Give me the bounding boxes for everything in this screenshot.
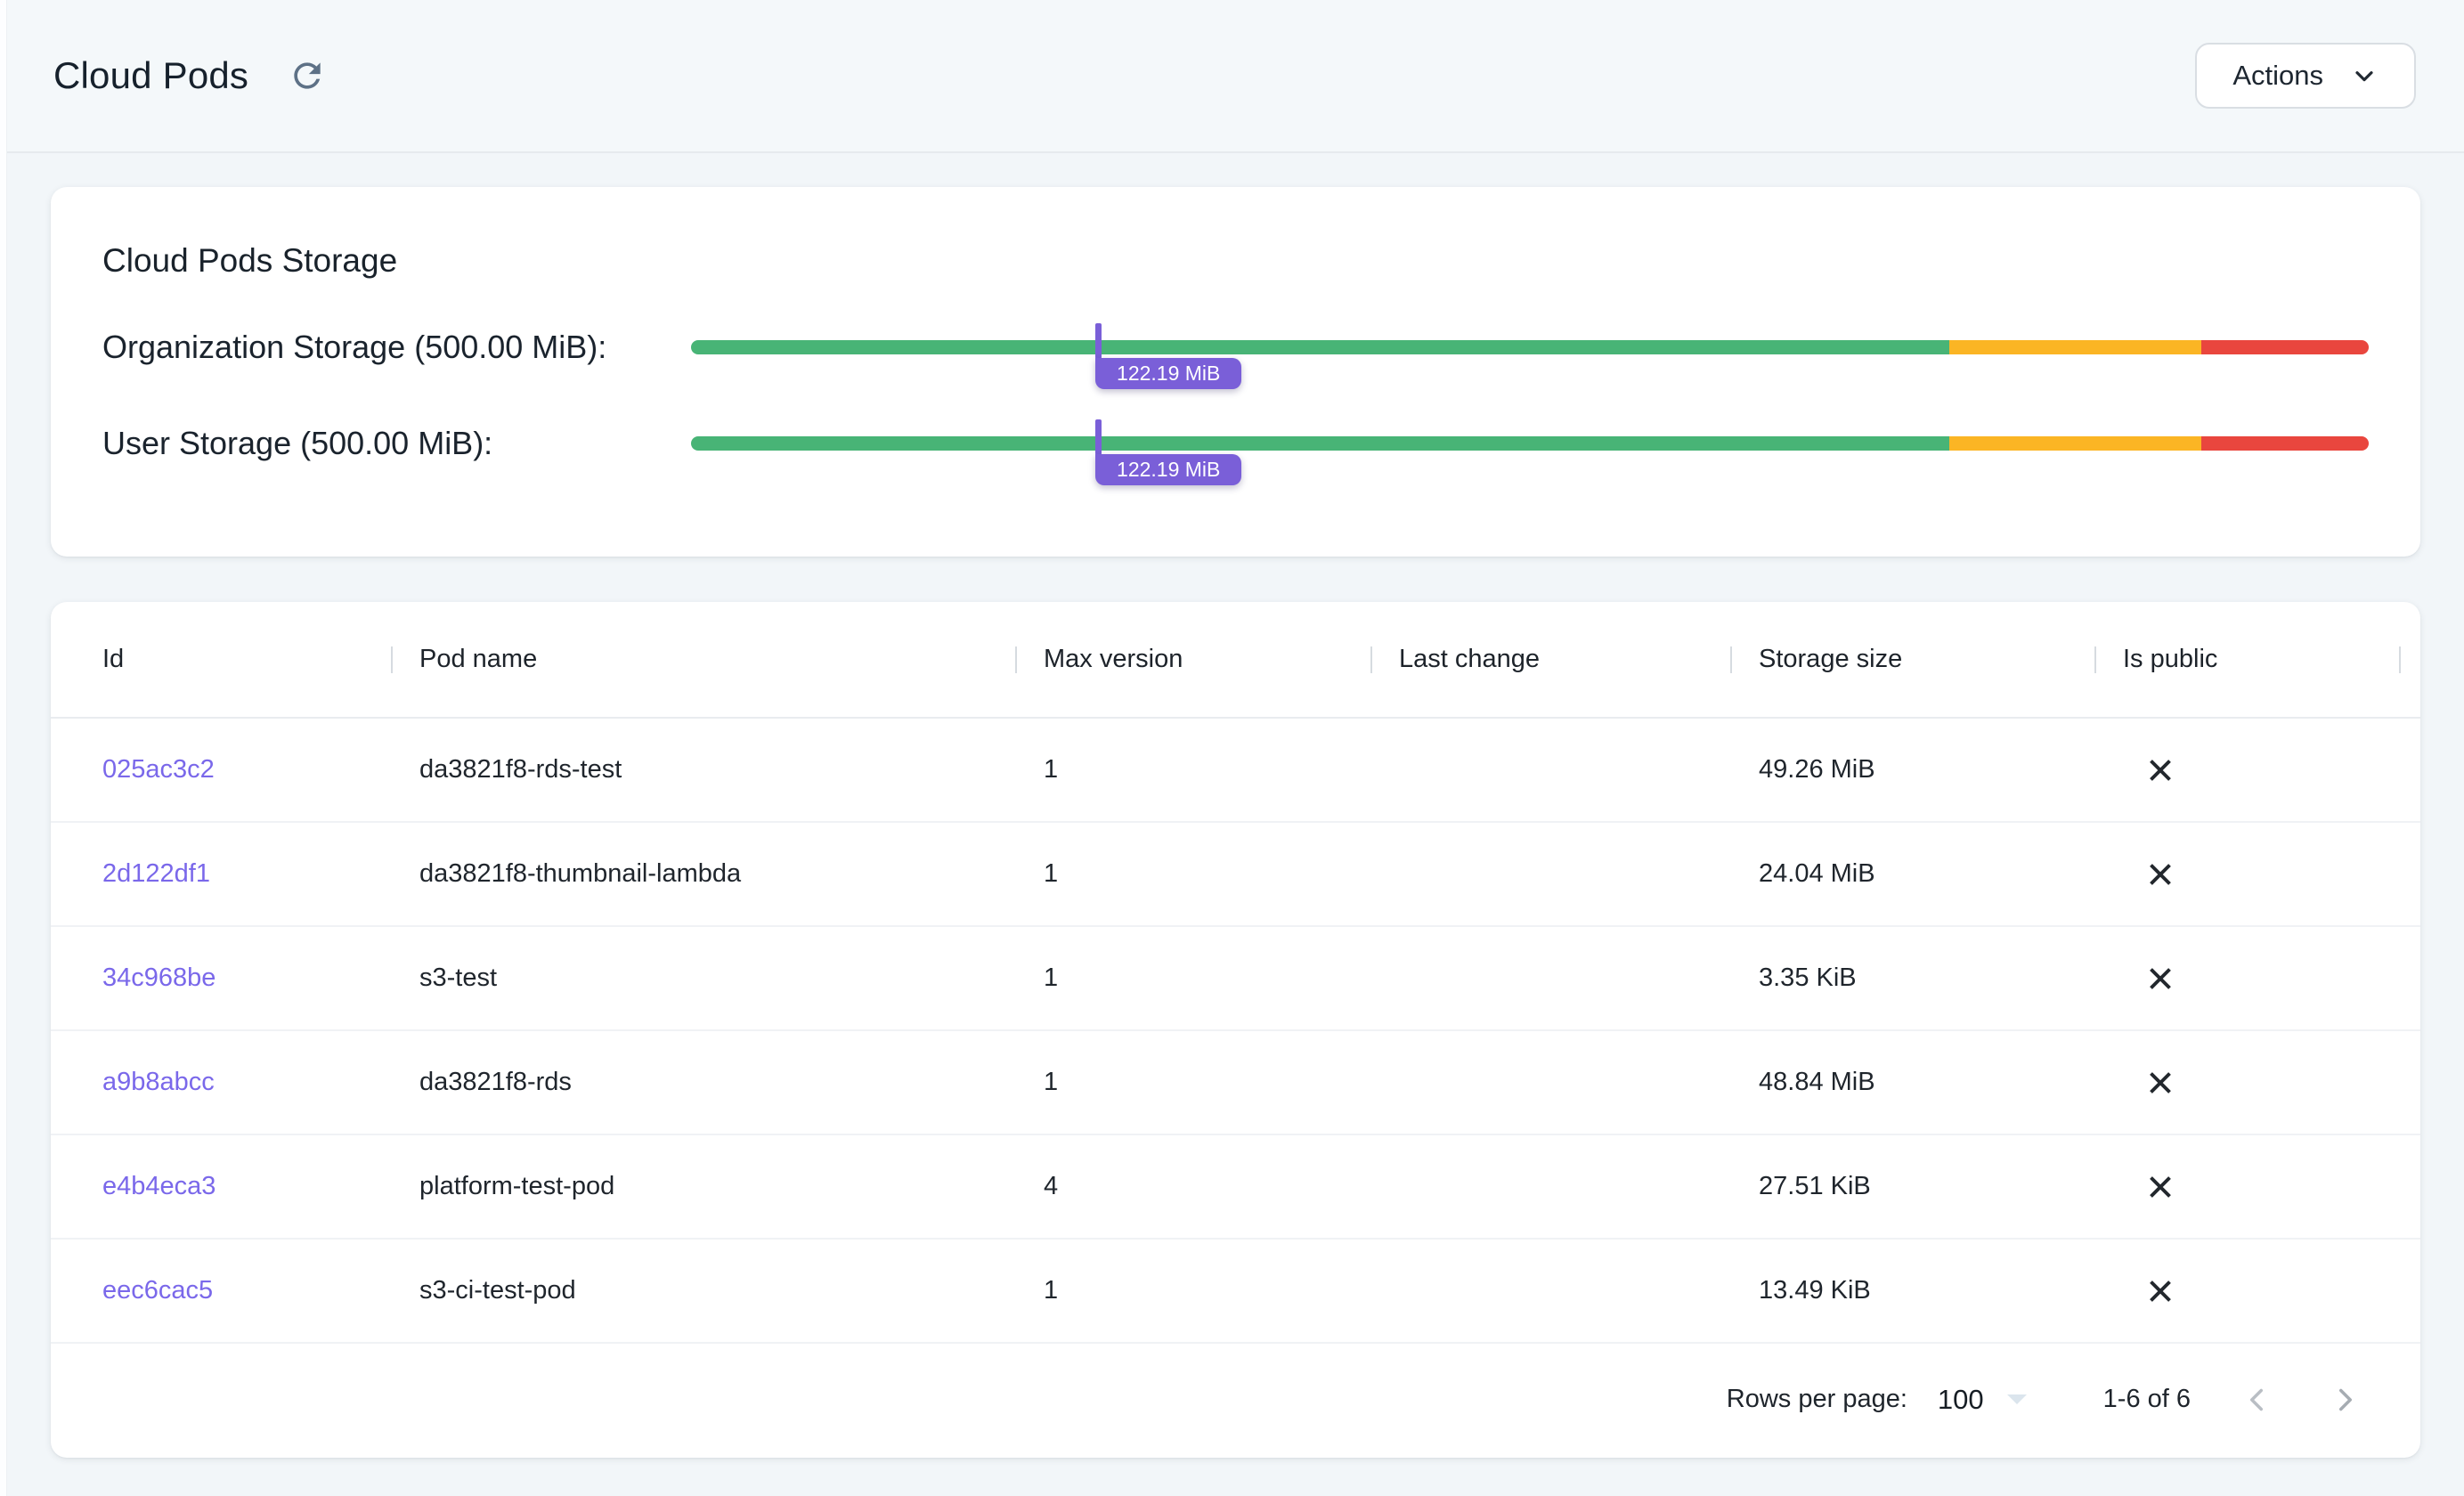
table-pagination: Rows per page: 100 1-6 of 6 xyxy=(51,1344,2420,1455)
actions-button-label: Actions xyxy=(2232,60,2323,92)
cell-storage-size: 49.26 MiB xyxy=(1730,755,2094,785)
not-public-x-icon xyxy=(2144,754,2176,786)
column-separator xyxy=(391,646,393,673)
column-header-filler xyxy=(2399,602,2420,717)
usage-value-badge: 122.19 MiB xyxy=(1095,358,1241,389)
page-title: Cloud Pods xyxy=(53,54,248,97)
column-header-last-change[interactable]: Last change xyxy=(1370,602,1730,717)
top-bar: Cloud Pods Actions xyxy=(0,0,2464,153)
column-separator xyxy=(1015,646,1017,673)
chevron-right-icon xyxy=(2327,1381,2364,1419)
pod-id-link[interactable]: 2d122df1 xyxy=(102,859,210,888)
not-public-x-icon xyxy=(2144,963,2176,995)
table-row[interactable]: eec6cac5 s3-ci-test-pod 1 13.49 KiB xyxy=(51,1240,2420,1344)
table-row[interactable]: 2d122df1 da3821f8-thumbnail-lambda 1 24.… xyxy=(51,823,2420,927)
cell-storage-size: 13.49 KiB xyxy=(1730,1276,2094,1305)
cell-pod-name: da3821f8-rds xyxy=(391,1068,1015,1097)
organization-storage-bar: 122.19 MiB xyxy=(691,340,2369,354)
cell-pod-name: da3821f8-rds-test xyxy=(391,755,1015,785)
bar-segment-red xyxy=(2201,436,2369,451)
cell-max-version: 1 xyxy=(1015,755,1370,785)
storage-bar-track xyxy=(691,436,2369,451)
cell-pod-name: s3-test xyxy=(391,963,1015,993)
select-caret-icon xyxy=(2007,1394,2027,1404)
bar-segment-red xyxy=(2201,340,2369,354)
usage-marker-line xyxy=(1095,323,1102,359)
refresh-button[interactable] xyxy=(282,51,332,101)
user-storage-row: User Storage (500.00 MiB): 122.19 MiB xyxy=(102,395,2369,492)
bar-segment-amber xyxy=(1949,340,2201,354)
table-header-row: Id Pod name Max version Last change Stor… xyxy=(51,602,2420,719)
column-header-id[interactable]: Id xyxy=(51,602,391,717)
refresh-icon xyxy=(288,56,327,95)
usage-marker: 122.19 MiB xyxy=(1095,323,1102,359)
not-public-x-icon xyxy=(2144,1275,2176,1307)
not-public-x-icon xyxy=(2144,858,2176,890)
storage-card-title: Cloud Pods Storage xyxy=(102,242,2369,280)
column-separator xyxy=(1730,646,1732,673)
chevron-down-icon xyxy=(2350,61,2379,90)
pod-id-link[interactable]: e4b4eca3 xyxy=(102,1172,215,1200)
previous-page-button[interactable] xyxy=(2233,1377,2280,1423)
not-public-x-icon xyxy=(2144,1067,2176,1099)
not-public-x-icon xyxy=(2144,1171,2176,1203)
cloud-pods-table-card: Id Pod name Max version Last change Stor… xyxy=(51,602,2420,1458)
column-header-pod-name[interactable]: Pod name xyxy=(391,602,1015,717)
column-header-label: Id xyxy=(102,645,124,674)
cell-pod-name: da3821f8-thumbnail-lambda xyxy=(391,859,1015,889)
left-edge-strip xyxy=(0,0,7,1496)
usage-marker-line xyxy=(1095,419,1102,455)
usage-marker: 122.19 MiB xyxy=(1095,419,1102,455)
rows-per-page-value: 100 xyxy=(1938,1384,1984,1416)
user-storage-label: User Storage (500.00 MiB): xyxy=(102,425,691,462)
column-header-label: Max version xyxy=(1044,645,1183,674)
column-header-is-public[interactable]: Is public xyxy=(2094,602,2399,717)
column-separator xyxy=(2399,646,2401,673)
table-row[interactable]: 025ac3c2 da3821f8-rds-test 1 49.26 MiB xyxy=(51,719,2420,823)
column-header-label: Is public xyxy=(2123,645,2217,674)
pod-id-link[interactable]: 34c968be xyxy=(102,963,215,992)
column-separator xyxy=(2094,646,2096,673)
column-header-label: Pod name xyxy=(419,645,537,674)
pod-id-link[interactable]: a9b8abcc xyxy=(102,1068,215,1096)
cell-storage-size: 27.51 KiB xyxy=(1730,1172,2094,1201)
cell-storage-size: 24.04 MiB xyxy=(1730,859,2094,889)
rows-per-page-label: Rows per page: xyxy=(1727,1385,1907,1414)
column-header-storage-size[interactable]: Storage size xyxy=(1730,602,2094,717)
bar-segment-green xyxy=(691,436,1949,451)
table-row[interactable]: e4b4eca3 platform-test-pod 4 27.51 KiB xyxy=(51,1135,2420,1240)
column-header-max-version[interactable]: Max version xyxy=(1015,602,1370,717)
cell-max-version: 1 xyxy=(1015,963,1370,993)
pagination-range-label: 1-6 of 6 xyxy=(2103,1385,2191,1414)
cell-pod-name: s3-ci-test-pod xyxy=(391,1276,1015,1305)
column-header-label: Storage size xyxy=(1759,645,1902,674)
rows-per-page-select[interactable]: 100 xyxy=(1938,1384,2027,1416)
next-page-button[interactable] xyxy=(2322,1377,2369,1423)
cell-max-version: 4 xyxy=(1015,1172,1370,1201)
cell-max-version: 1 xyxy=(1015,1068,1370,1097)
organization-storage-row: Organization Storage (500.00 MiB): 122.1… xyxy=(102,299,2369,395)
table-row[interactable]: a9b8abcc da3821f8-rds 1 48.84 MiB xyxy=(51,1031,2420,1135)
bar-segment-green xyxy=(691,340,1949,354)
storage-bar-track xyxy=(691,340,2369,354)
cell-max-version: 1 xyxy=(1015,859,1370,889)
organization-storage-label: Organization Storage (500.00 MiB): xyxy=(102,329,691,366)
usage-value-badge: 122.19 MiB xyxy=(1095,454,1241,485)
table-row[interactable]: 34c968be s3-test 1 3.35 KiB xyxy=(51,927,2420,1031)
chevron-left-icon xyxy=(2238,1381,2275,1419)
pod-id-link[interactable]: eec6cac5 xyxy=(102,1276,213,1305)
actions-button[interactable]: Actions xyxy=(2195,43,2416,109)
pod-id-link[interactable]: 025ac3c2 xyxy=(102,755,215,784)
storage-card: Cloud Pods Storage Organization Storage … xyxy=(51,187,2420,557)
user-storage-bar: 122.19 MiB xyxy=(691,436,2369,451)
cell-storage-size: 3.35 KiB xyxy=(1730,963,2094,993)
cell-max-version: 1 xyxy=(1015,1276,1370,1305)
bar-segment-amber xyxy=(1949,436,2201,451)
column-header-label: Last change xyxy=(1399,645,1540,674)
cell-storage-size: 48.84 MiB xyxy=(1730,1068,2094,1097)
cell-pod-name: platform-test-pod xyxy=(391,1172,1015,1201)
column-separator xyxy=(1370,646,1372,673)
